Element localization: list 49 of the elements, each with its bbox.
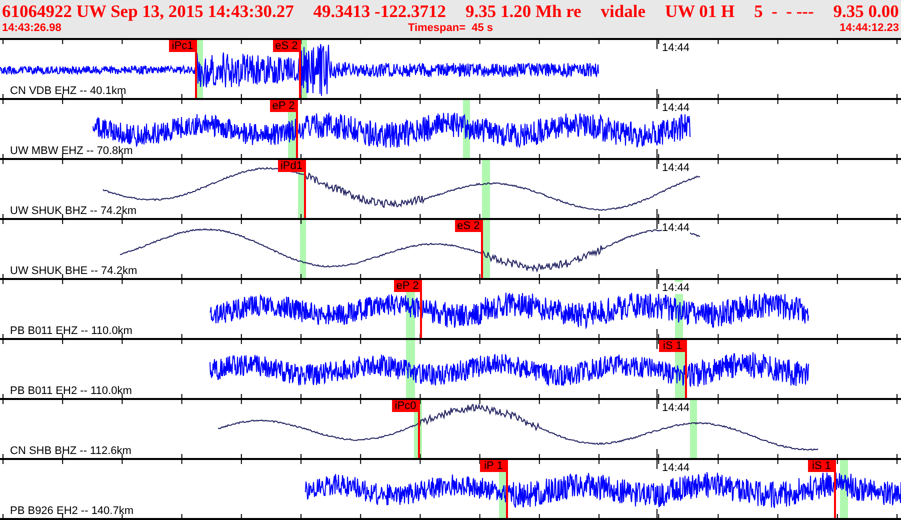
pick-label[interactable]: iS 1 (808, 460, 835, 472)
time-label: 14:44 (662, 282, 690, 294)
pick-label[interactable]: iS 1 (659, 340, 686, 352)
pick-line (420, 280, 422, 338)
event-summary: 5 - - --- (754, 0, 814, 22)
pick-window (483, 220, 490, 278)
time-label: 14:44 (662, 162, 690, 174)
channel-label: PB B926 EH2 -- 140.7km (10, 505, 134, 517)
time-label: 14:44 (662, 222, 690, 234)
pick-label[interactable]: iPd1 (278, 160, 305, 172)
time-label: 14:44 (662, 102, 690, 114)
pick-window (300, 220, 306, 278)
time-label: 14:44 (662, 402, 690, 414)
channel-label: CN SHB BHZ -- 112.6km (10, 445, 132, 457)
pick-label[interactable]: iP 1 (480, 460, 507, 472)
time-label: 14:44 (662, 42, 690, 54)
pick-label[interactable]: eS 2 (273, 40, 300, 52)
pick-label[interactable]: eS 2 (455, 220, 482, 232)
timespan: Timespan= 45 s (408, 22, 494, 34)
channel-label: PB B011 EH2 -- 110.0km (10, 385, 132, 397)
event-summary: 61064922 UW Sep 13, 2015 14:43:30.27 (2, 0, 294, 22)
event-summary: UW 01 H (664, 0, 735, 22)
pick-line (418, 400, 420, 458)
event-summary: 9.35 0.00 (833, 0, 899, 22)
time-label: 14:44 (662, 462, 690, 474)
pick-line (685, 340, 687, 398)
channel-label: CN VDB EHZ -- 40.1km (10, 85, 126, 97)
pick-window (690, 400, 697, 458)
channel-label: PB B011 EHZ -- 110.0km (10, 325, 132, 337)
pick-line (296, 100, 298, 158)
pick-label[interactable]: eP 2 (270, 100, 297, 112)
event-summary: vidale (600, 0, 646, 22)
pick-window (482, 160, 490, 218)
channel-label: UW SHUK BHZ -- 74.2km (10, 205, 137, 217)
event-summary: 49.3413 -122.3712 (313, 0, 446, 22)
event-summary: 9.35 1.20 Mh re (465, 0, 582, 22)
start-time: 14:43:26.98 (2, 22, 62, 34)
pick-line (304, 160, 306, 218)
pick-line (195, 40, 197, 98)
pick-line (506, 460, 508, 518)
pick-line (834, 460, 836, 518)
pick-line (481, 220, 483, 278)
pick-label[interactable]: iPc0 (392, 400, 419, 412)
end-time: 14:44:12.23 (840, 22, 899, 34)
pick-label[interactable]: eP 2 (394, 280, 421, 292)
channel-label: UW SHUK BHE -- 74.2km (10, 265, 138, 277)
pick-line (299, 40, 301, 98)
pick-label[interactable]: iPc1 (169, 40, 196, 52)
channel-label: UW MBW EHZ -- 70.8km (10, 145, 133, 157)
